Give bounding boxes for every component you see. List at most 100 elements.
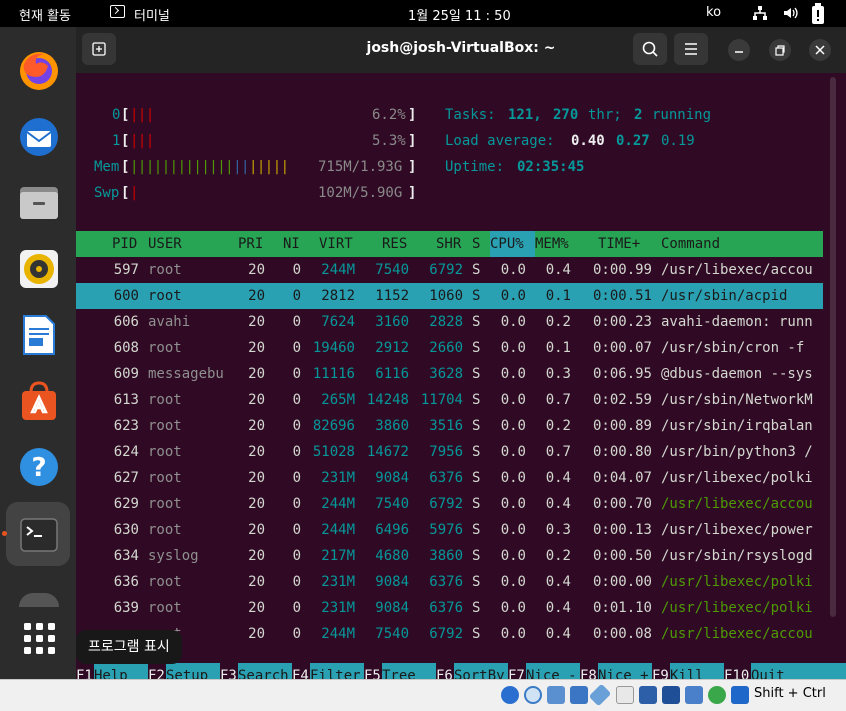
- col-command[interactable]: Command: [661, 231, 720, 257]
- col-res[interactable]: RES: [382, 231, 407, 257]
- table-row-selected[interactable]: 600 root 20 0 2812 1152 1060 S 0.0 0.1 0:00.51/usr…: [76, 283, 823, 309]
- cell-shr: 6792: [429, 496, 463, 512]
- svg-text:?: ?: [31, 453, 46, 483]
- col-time[interactable]: TIME+: [598, 231, 640, 257]
- col-mem[interactable]: MEM%: [535, 231, 569, 257]
- table-row[interactable]: 639 root 20 0 231M 9084 6376 S 0.0 0.4 0:01.10/usr…: [76, 595, 846, 621]
- optical-drive-icon[interactable]: [524, 686, 542, 704]
- cell-mem: 0.1: [545, 288, 571, 304]
- volume-icon[interactable]: [782, 5, 798, 21]
- hdd-icon[interactable]: [501, 686, 519, 704]
- cpu-activity-icon[interactable]: [685, 686, 703, 704]
- cell-user: root: [148, 444, 182, 460]
- network-icon[interactable]: [752, 5, 768, 21]
- cell-cmd: avahi-daemon: runn: [661, 314, 813, 330]
- dock-writer[interactable]: [6, 302, 70, 366]
- col-pri[interactable]: PRI: [238, 231, 263, 257]
- dock-help[interactable]: ?: [6, 434, 70, 498]
- cell-ni: 0: [292, 288, 301, 304]
- search-button[interactable]: [633, 33, 667, 65]
- mouse-integration-icon[interactable]: [731, 686, 749, 704]
- cell-virt: 265M: [321, 392, 355, 408]
- cell-pri: 20: [248, 444, 265, 460]
- running-indicator: [2, 531, 7, 536]
- table-row[interactable]: 606 avahi 20 0 7624 3160 2828 S 0.0 0.2 0:00.23 ava…: [76, 309, 846, 335]
- cell-time: 0:00.51: [592, 288, 652, 304]
- app-menu[interactable]: 터미널: [134, 5, 170, 24]
- cell-res: 6116: [375, 366, 409, 382]
- window-titlebar[interactable]: josh@josh-VirtualBox: ~: [76, 27, 846, 73]
- guest-additions-icon[interactable]: [708, 686, 726, 704]
- col-shr[interactable]: SHR: [436, 231, 461, 257]
- running-value: 2: [634, 107, 643, 123]
- dock-software[interactable]: [6, 368, 70, 432]
- menu-button[interactable]: [674, 33, 708, 65]
- uptime-line: Uptime: 02:35:45: [76, 154, 846, 180]
- cell-ni: 0: [292, 418, 301, 434]
- activities-button[interactable]: 현재 활동: [19, 5, 71, 24]
- cell-pri: 20: [248, 600, 265, 616]
- cell-virt: 19460: [312, 340, 355, 356]
- table-row[interactable]: 629 root 20 0 244M 7540 6792 S 0.0 0.4 0:00.70/usr…: [76, 491, 846, 517]
- cell-s: S: [472, 626, 481, 642]
- col-pid[interactable]: PID: [112, 231, 137, 257]
- cell-pid: 639: [113, 600, 139, 616]
- cell-ni: 0: [292, 470, 301, 486]
- shared-folders-icon[interactable]: [616, 686, 634, 704]
- cell-mem: 0.4: [545, 496, 571, 512]
- table-row[interactable]: 630 root 20 0 244M 6496 5976 S 0.0 0.3 0:00.13/usr…: [76, 517, 846, 543]
- cell-pid: 613: [113, 392, 139, 408]
- maximize-button[interactable]: [769, 39, 791, 61]
- table-row[interactable]: 608 root 20 0 19460 2912 2660 S 0.0 0.1 0:00.07/us…: [76, 335, 846, 361]
- clock[interactable]: 1월 25일 11 : 50: [408, 5, 511, 24]
- load5: 0.27: [616, 133, 650, 149]
- minimize-button[interactable]: [728, 39, 750, 61]
- col-cpu[interactable]: CPU%: [490, 231, 535, 257]
- table-row[interactable]: 634 syslog 20 0 217M 4680 3860 S 0.0 0.2 0:00.50/u…: [76, 543, 846, 569]
- close-button[interactable]: [809, 39, 831, 61]
- cell-s: S: [472, 470, 481, 486]
- dock-rhythmbox[interactable]: [6, 236, 70, 300]
- cell-mem: 0.3: [545, 366, 571, 382]
- battery-icon[interactable]: [810, 3, 826, 25]
- table-row[interactable]: 623 root 20 0 82696 3860 3516 S 0.0 0.2 0:00.89/us…: [76, 413, 846, 439]
- display-icon[interactable]: [639, 686, 657, 704]
- table-row[interactable]: 613 root 20 0 265M 14248 11704 S 0.0 0.7 0:02.59/u…: [76, 387, 846, 413]
- cell-cmd: /usr/libexec/accou: [661, 262, 813, 278]
- dock-terminal[interactable]: [6, 502, 70, 566]
- input-language[interactable]: ko: [706, 5, 721, 20]
- table-row[interactable]: 624 root 20 0 51028 14672 7956 S 0.0 0.7 0:00.80/u…: [76, 439, 846, 465]
- cell-user: root: [148, 496, 182, 512]
- audio-icon[interactable]: [547, 686, 565, 704]
- cell-ni: 0: [292, 626, 301, 642]
- video-capture-icon[interactable]: [662, 686, 680, 704]
- load-label: Load average:: [445, 133, 555, 149]
- cell-res: 7540: [375, 496, 409, 512]
- table-row[interactable]: 609 messagebu 20 0 11116 6116 3628 S 0.0 0.3 0:06.…: [76, 361, 846, 387]
- writer-icon: [23, 315, 55, 355]
- table-row[interactable]: 627 root 20 0 231M 9084 6376 S 0.0 0.4 0:04.07/usr…: [76, 465, 846, 491]
- cell-mem: 0.7: [545, 444, 571, 460]
- dock-firefox[interactable]: [6, 38, 70, 102]
- col-virt[interactable]: VIRT: [319, 231, 353, 257]
- cell-pri: 20: [248, 626, 265, 642]
- network-adapter-icon[interactable]: [570, 686, 588, 704]
- usb-icon[interactable]: [588, 683, 612, 707]
- terminal-content[interactable]: 0 [ ||| 6.2% ] 1 [ ||| 5.3% ] Mem [ ||||…: [76, 73, 846, 689]
- cell-ni: 0: [292, 600, 301, 616]
- scrollbar[interactable]: [830, 77, 836, 617]
- table-row[interactable]: root200244M75406792S0.00.40:00.08/usr/li…: [76, 621, 846, 647]
- dock-thunderbird[interactable]: [6, 104, 70, 168]
- col-user[interactable]: USER: [148, 231, 182, 257]
- load-line: Load average: 0.40 0.27 0.19: [76, 128, 846, 154]
- cell-cmd: /usr/sbin/acpid: [661, 288, 788, 304]
- process-table-header[interactable]: PID USER PRI NI VIRT RES SHR S CPU% MEM%…: [76, 231, 823, 257]
- show-apps-button[interactable]: [6, 605, 70, 669]
- col-s[interactable]: S: [472, 231, 480, 257]
- col-ni[interactable]: NI: [283, 231, 300, 257]
- dock-files[interactable]: [6, 170, 70, 234]
- terminal-window: josh@josh-VirtualBox: ~ 0 [ ||| 6.2%] 1…: [76, 27, 846, 689]
- table-row[interactable]: 597 root 20 0 244M 7540 6792 S 0.0 0.4 0:00.99/usr…: [76, 257, 846, 283]
- cell-s: S: [472, 340, 481, 356]
- table-row[interactable]: 636 root 20 0 231M 9084 6376 S 0.0 0.4 0:00.00/usr…: [76, 569, 846, 595]
